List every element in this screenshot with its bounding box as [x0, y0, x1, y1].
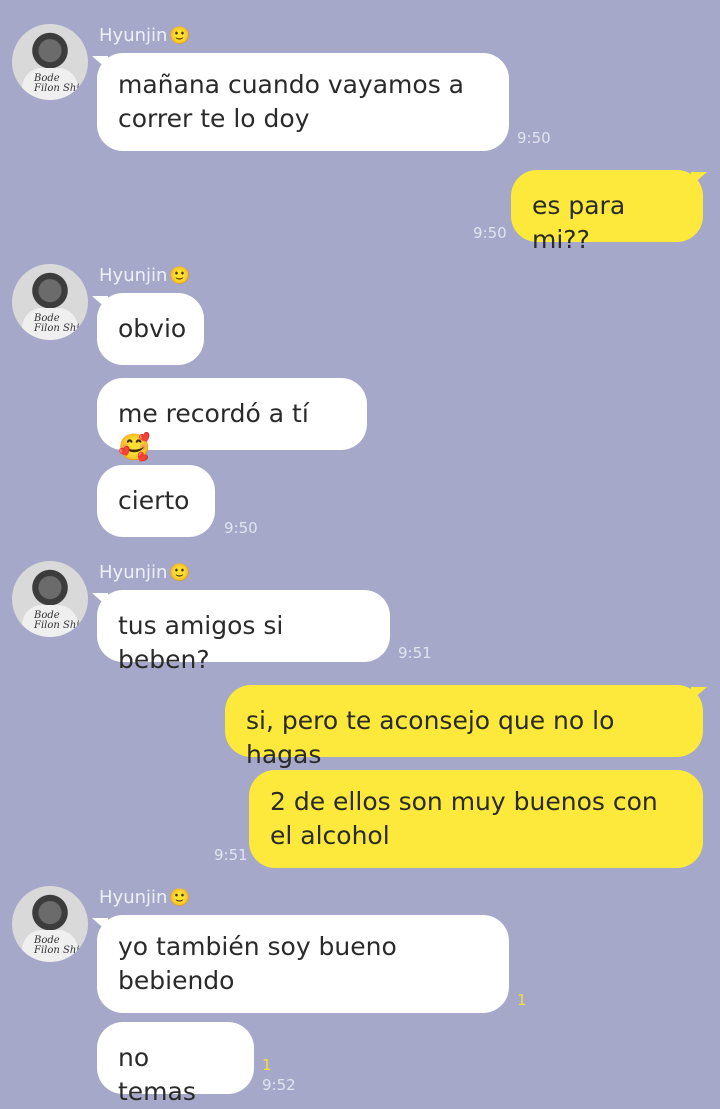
message-bubble-incoming[interactable]: mañana cuando vayamos a correr te lo doy: [97, 53, 509, 151]
sender-name-label: Hyunjin: [99, 265, 168, 286]
message-timestamp: 9:50: [517, 129, 551, 147]
sender-name: Hyunjin 🙂: [99, 25, 191, 46]
avatar-shirt-text: Bode Filon Shi: [34, 313, 80, 334]
sender-name-label: Hyunjin: [99, 887, 168, 908]
contact-avatar[interactable]: Bode Filon Shi: [12, 24, 88, 100]
sender-name-label: Hyunjin: [99, 562, 168, 583]
message-bubble-outgoing[interactable]: es para mi??: [511, 170, 703, 254]
message-bubble-incoming[interactable]: cierto: [97, 465, 215, 537]
message-bubble-outgoing[interactable]: si, pero te aconsejo que no lo hagas: [225, 685, 703, 769]
contact-avatar[interactable]: Bode Filon Shi: [12, 886, 88, 962]
message-text: yo también soy bueno bebiendo: [118, 932, 397, 995]
sender-name: Hyunjin 🙂: [99, 562, 191, 583]
smiling-face-with-hearts-emoji-icon: 🥰: [118, 433, 151, 463]
message-text: mañana cuando vayamos a correr te lo doy: [118, 70, 464, 133]
avatar-shirt-text: Bode Filon Shi: [34, 935, 80, 956]
sender-name: Hyunjin 🙂: [99, 265, 191, 286]
smile-emoji-icon: 🙂: [169, 888, 191, 908]
contact-avatar[interactable]: Bode Filon Shi: [12, 264, 88, 340]
smile-emoji-icon: 🙂: [169, 26, 191, 46]
message-text: si, pero te aconsejo que no lo hagas: [246, 706, 615, 769]
unread-count: 1: [262, 1056, 272, 1074]
message-bubble-incoming[interactable]: me recordó a tí 🥰: [97, 378, 367, 463]
sender-name-label: Hyunjin: [99, 25, 168, 46]
message-text: es para mi??: [532, 191, 626, 254]
message-timestamp: 9:50: [224, 519, 258, 537]
message-text: me recordó a tí: [118, 399, 309, 428]
message-bubble-incoming[interactable]: yo también soy bueno bebiendo: [97, 915, 509, 1013]
message-bubble-outgoing[interactable]: 2 de ellos son muy buenos con el alcohol: [249, 770, 703, 868]
message-bubble-incoming[interactable]: no temas: [97, 1022, 254, 1106]
message-bubble-incoming[interactable]: obvio: [97, 293, 204, 365]
message-timestamp: 9:50: [473, 224, 507, 242]
avatar-shirt-text: Bode Filon Shi: [34, 73, 80, 94]
unread-count: 1: [517, 991, 527, 1009]
smile-emoji-icon: 🙂: [169, 266, 191, 286]
message-text: tus amigos si beben?: [118, 611, 284, 674]
message-timestamp: 9:51: [214, 846, 248, 864]
message-text: no temas: [118, 1043, 196, 1106]
avatar-shirt-text: Bode Filon Shi: [34, 610, 80, 631]
message-timestamp: 9:52: [262, 1076, 296, 1094]
sender-name: Hyunjin 🙂: [99, 887, 191, 908]
contact-avatar[interactable]: Bode Filon Shi: [12, 561, 88, 637]
message-text: obvio: [118, 314, 187, 343]
message-text: 2 de ellos son muy buenos con el alcohol: [270, 787, 658, 850]
message-bubble-incoming[interactable]: tus amigos si beben?: [97, 590, 390, 674]
message-timestamp: 9:51: [398, 644, 432, 662]
message-text: cierto: [118, 486, 190, 515]
smile-emoji-icon: 🙂: [169, 563, 191, 583]
